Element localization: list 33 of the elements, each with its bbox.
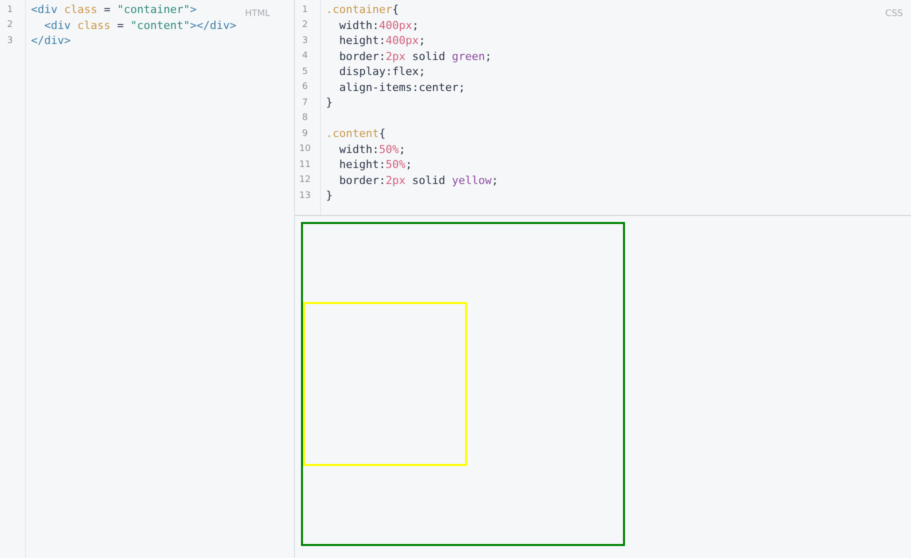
line-number: 7 (301, 98, 309, 108)
line-number: 9 (301, 128, 309, 139)
code-line: } (326, 189, 333, 202)
editor-label: HTML (244, 9, 270, 19)
code-line: } (326, 96, 333, 110)
line-number: 8 (301, 113, 309, 124)
line-number: 3 (301, 36, 309, 46)
code-line: .container{ (326, 3, 399, 16)
line-number: 11 (298, 160, 312, 170)
line-number: 2 (6, 20, 14, 30)
line-number: 4 (301, 51, 309, 62)
code-line: border:2px solid green; (338, 50, 492, 63)
line-number: 10 (298, 144, 312, 154)
line-number: 12 (298, 175, 312, 186)
editor-label: CSS (885, 9, 903, 19)
code-line: width:400px; (338, 18, 419, 32)
code-line: .content{ (326, 127, 386, 140)
line-number: 13 (298, 190, 312, 201)
code-line: <div class = "container"> (31, 3, 197, 16)
code-line: width:50%; (338, 142, 406, 156)
line-number: 1 (301, 4, 309, 15)
code-line: height:400px; (338, 34, 426, 48)
line-number: 5 (301, 66, 309, 77)
line-number: 1 (6, 4, 14, 15)
code-line: </div> (31, 34, 71, 48)
line-number: 2 (301, 20, 309, 30)
line-number: 3 (6, 36, 14, 46)
code-line: border:2px solid yellow; (338, 174, 498, 187)
code-line: display:flex; (338, 65, 426, 78)
code-line: height:50%; (338, 158, 412, 172)
line-number: 6 (301, 82, 309, 92)
code-line: <div class = "content"></div> (44, 18, 236, 32)
code-line: align-items:center; (338, 80, 466, 94)
